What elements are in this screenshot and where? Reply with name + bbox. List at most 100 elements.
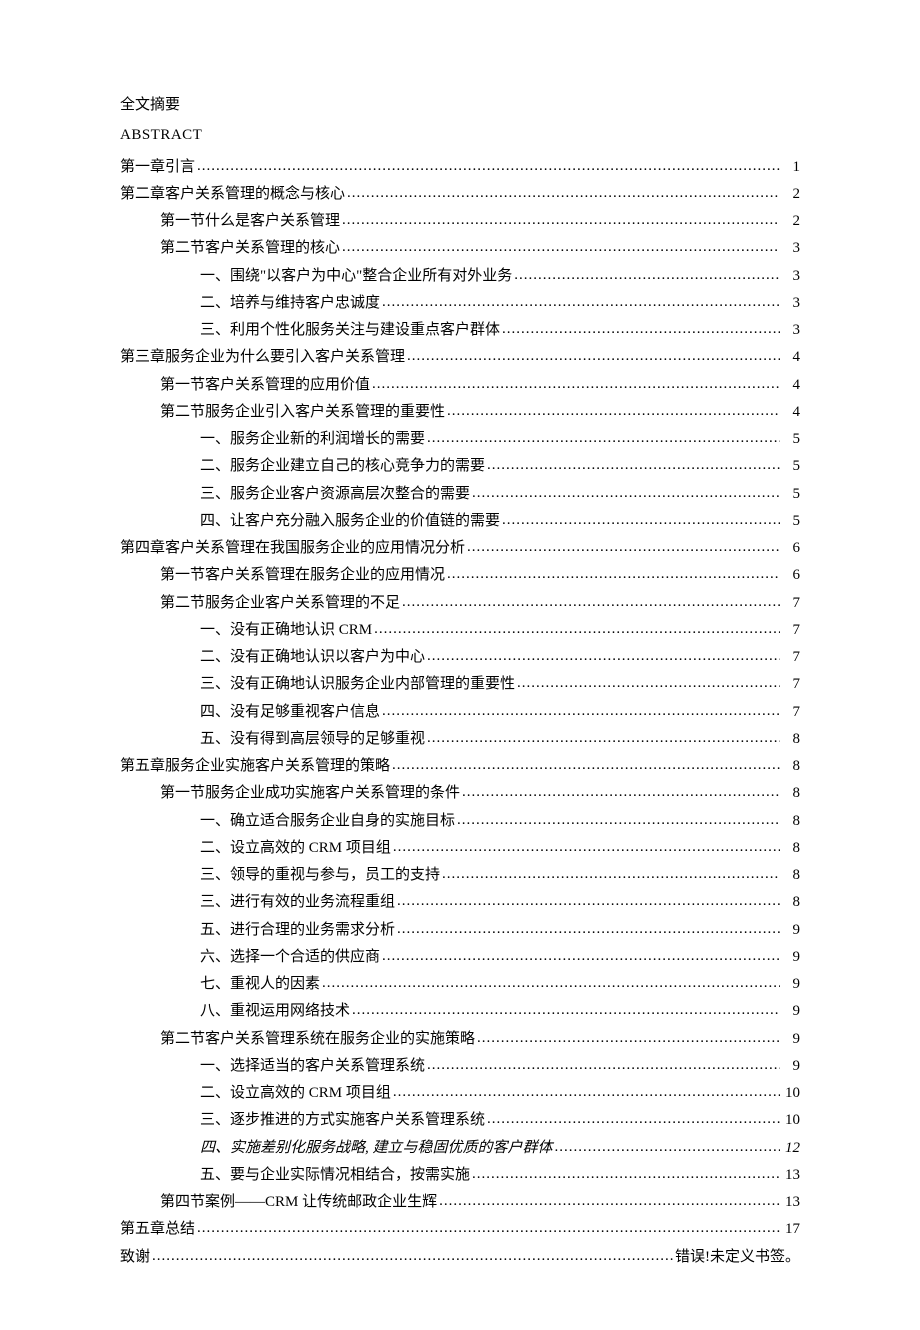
toc-page-number: 4 — [782, 399, 800, 425]
toc-page-number: 错误!未定义书签。 — [675, 1244, 800, 1270]
toc-title: 第二节客户关系管理的核心 — [160, 235, 340, 261]
toc-page-number: 13 — [782, 1162, 800, 1188]
toc-entry: 第五章服务企业实施客户关系管理的策略8 — [120, 752, 800, 779]
toc-entry: 第一章引言1 — [120, 153, 800, 180]
toc-title: 四、没有足够重视客户信息 — [200, 699, 380, 725]
toc-leader — [502, 316, 780, 334]
toc-page-number: 8 — [782, 889, 800, 915]
toc-entry: 五、要与企业实际情况相结合，按需实施 13 — [120, 1161, 800, 1188]
page-content: 全文摘要 ABSTRACT 第一章引言1第二章客户关系管理的概念与核心2第一节什… — [0, 0, 920, 1330]
toc-page-number: 7 — [782, 671, 800, 697]
toc-title: 五、要与企业实际情况相结合，按需实施 — [200, 1162, 470, 1188]
toc-title: 三、利用个性化服务关注与建设重点客户群体 — [200, 317, 500, 343]
toc-entry: 第一节客户关系管理在服务企业的应用情况 6 — [120, 561, 800, 588]
toc-title: 三、逐步推进的方式实施客户关系管理系统 — [200, 1107, 485, 1133]
toc-leader — [427, 725, 780, 743]
toc-title: 第一节服务企业成功实施客户关系管理的条件 — [160, 780, 460, 806]
toc-leader — [472, 1161, 780, 1179]
toc-leader — [352, 997, 780, 1015]
toc-page-number: 5 — [782, 453, 800, 479]
toc-page-number: 3 — [782, 235, 800, 261]
toc-entry: 四、让客户充分融入服务企业的价值链的需要 5 — [120, 507, 800, 534]
toc-leader — [457, 807, 780, 825]
toc-title: 一、服务企业新的利润增长的需要 — [200, 426, 425, 452]
toc-page-number: 9 — [782, 971, 800, 997]
toc-page-number: 5 — [782, 508, 800, 534]
toc-page-number: 5 — [782, 481, 800, 507]
toc-page-number: 7 — [782, 617, 800, 643]
toc-entry: 一、没有正确地认识 CRM 7 — [120, 616, 800, 643]
toc-entry: 五、进行合理的业务需求分析9 — [120, 916, 800, 943]
toc-entry: 一、确立适合服务企业自身的实施目标8 — [120, 807, 800, 834]
toc-leader — [427, 1052, 780, 1070]
toc-leader — [322, 970, 780, 988]
toc-leader — [407, 343, 780, 361]
toc-entry: 四、没有足够重视客户信息7 — [120, 698, 800, 725]
toc-page-number: 8 — [782, 753, 800, 779]
toc-entry: 第三章服务企业为什么要引入客户关系管理4 — [120, 343, 800, 370]
toc-title: 二、没有正确地认识以客户为中心 — [200, 644, 425, 670]
table-of-contents: 第一章引言1第二章客户关系管理的概念与核心2第一节什么是客户关系管理2第二节客户… — [120, 153, 800, 1270]
toc-page-number: 17 — [782, 1216, 800, 1242]
toc-page-number: 9 — [782, 1026, 800, 1052]
toc-leader — [397, 916, 780, 934]
toc-entry: 七、重视人的因素9 — [120, 970, 800, 997]
toc-page-number: 10 — [782, 1080, 800, 1106]
toc-page-number: 6 — [782, 535, 800, 561]
toc-page-number: 3 — [782, 263, 800, 289]
toc-entry: 三、服务企业客户资源高层次整合的需要 5 — [120, 480, 800, 507]
toc-leader — [467, 534, 780, 552]
toc-entry: 二、设立高效的 CRM 项目组8 — [120, 834, 800, 861]
abstract-heading: ABSTRACT — [120, 122, 800, 148]
toc-title: 六、选择一个合适的供应商 — [200, 944, 380, 970]
toc-title: 二、培养与维持客户忠诚度 — [200, 290, 380, 316]
toc-page-number: 2 — [782, 208, 800, 234]
toc-title: 第一章引言 — [120, 154, 195, 180]
toc-page-number: 5 — [782, 426, 800, 452]
toc-leader — [487, 452, 780, 470]
toc-page-number: 4 — [782, 372, 800, 398]
toc-page-number: 12 — [782, 1135, 800, 1161]
toc-title: 二、设立高效的 CRM 项目组 — [200, 835, 391, 861]
toc-title: 第四章客户关系管理在我国服务企业的应用情况分析 — [120, 535, 465, 561]
toc-leader — [442, 861, 780, 879]
toc-title: 第三章服务企业为什么要引入客户关系管理 — [120, 344, 405, 370]
toc-leader — [374, 616, 780, 634]
toc-title: 一、没有正确地认识 CRM — [200, 617, 372, 643]
toc-leader — [382, 698, 780, 716]
toc-title: 八、重视运用网络技术 — [200, 998, 350, 1024]
toc-page-number: 6 — [782, 562, 800, 588]
toc-entry: 二、没有正确地认识以客户为中心 7 — [120, 643, 800, 670]
toc-page-number: 9 — [782, 944, 800, 970]
toc-title: 第一节客户关系管理在服务企业的应用情况 — [160, 562, 445, 588]
toc-leader — [347, 180, 780, 198]
toc-title: 二、设立高效的 CRM 项目组 — [200, 1080, 391, 1106]
toc-title: 五、没有得到高层领导的足够重视 — [200, 726, 425, 752]
toc-title: 第二节客户关系管理系统在服务企业的实施策略 — [160, 1026, 475, 1052]
toc-title: 第一节客户关系管理的应用价值 — [160, 372, 370, 398]
toc-entry: 第二节客户关系管理的核心 3 — [120, 234, 800, 261]
toc-title: 一、选择适当的客户关系管理系统 — [200, 1053, 425, 1079]
toc-leader — [427, 425, 780, 443]
toc-title: 第四节案例——CRM 让传统邮政企业生辉 — [160, 1189, 437, 1215]
toc-leader — [447, 561, 780, 579]
toc-entry: 五、没有得到高层领导的足够重视8 — [120, 725, 800, 752]
toc-leader — [514, 262, 780, 280]
toc-page-number: 8 — [782, 780, 800, 806]
toc-page-number: 7 — [782, 644, 800, 670]
toc-entry: 第四节案例——CRM 让传统邮政企业生辉13 — [120, 1188, 800, 1215]
toc-entry: 第一节什么是客户关系管理2 — [120, 207, 800, 234]
toc-leader — [342, 207, 780, 225]
toc-leader — [447, 398, 780, 416]
toc-title: 三、服务企业客户资源高层次整合的需要 — [200, 481, 470, 507]
toc-leader — [392, 752, 780, 770]
toc-title: 四、让客户充分融入服务企业的价值链的需要 — [200, 508, 500, 534]
toc-title: 三、进行有效的业务流程重组 — [200, 889, 395, 915]
toc-entry: 三、利用个性化服务关注与建设重点客户群体3 — [120, 316, 800, 343]
toc-entry: 第二节服务企业客户关系管理的不足7 — [120, 589, 800, 616]
toc-leader — [439, 1188, 780, 1206]
summary-heading: 全文摘要 — [120, 92, 800, 118]
toc-leader — [477, 1025, 780, 1043]
toc-title: 第二节服务企业客户关系管理的不足 — [160, 590, 400, 616]
toc-page-number: 8 — [782, 862, 800, 888]
